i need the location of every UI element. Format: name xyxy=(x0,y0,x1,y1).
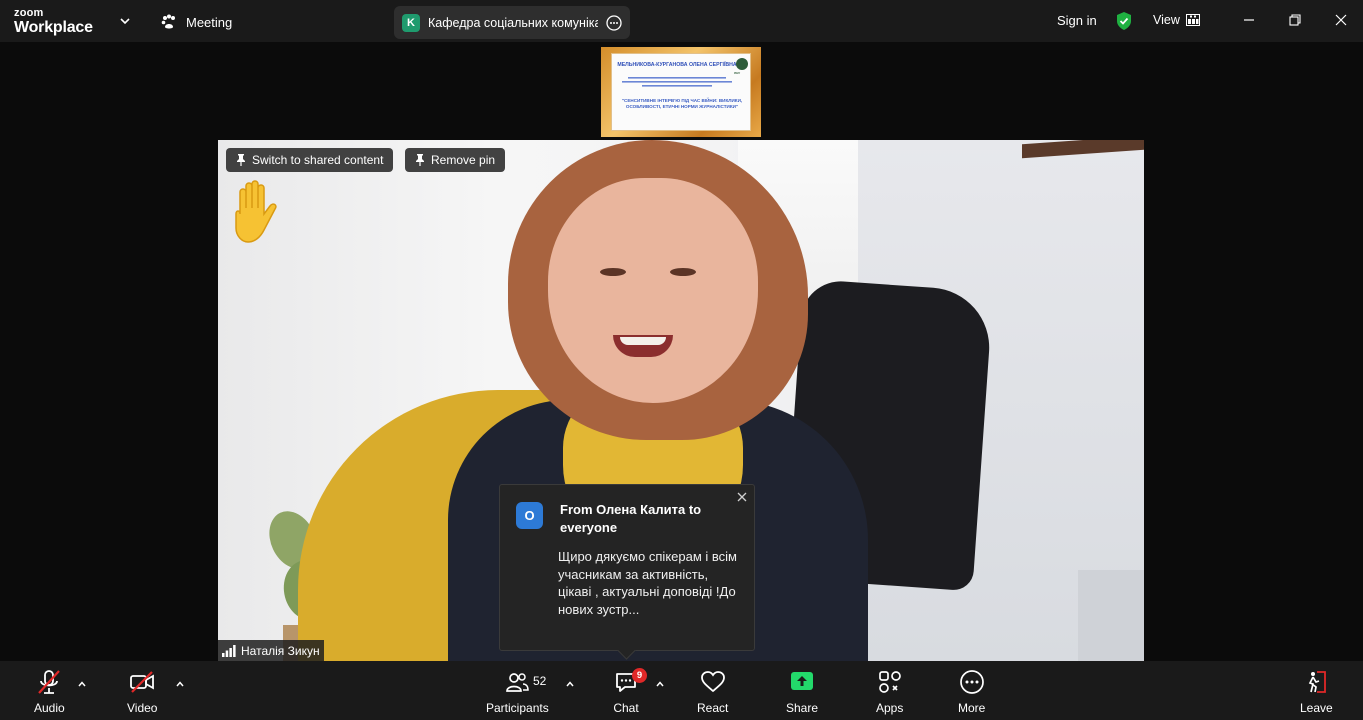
participant-eye-right xyxy=(670,268,696,276)
participant-name-tag: Наталія Зикун xyxy=(218,640,324,661)
chevron-up-icon[interactable] xyxy=(175,679,185,689)
video-button[interactable]: Video xyxy=(127,669,157,715)
switch-to-shared-content-button[interactable]: Switch to shared content xyxy=(226,148,394,172)
camera-off-icon xyxy=(130,671,155,693)
meeting-name: Кафедра соціальних комунікац xyxy=(428,15,598,30)
share-label: Share xyxy=(786,701,819,715)
chat-label: Chat xyxy=(613,701,639,715)
pin-icon xyxy=(237,154,245,166)
participant-face xyxy=(548,178,758,403)
signal-strength-icon xyxy=(222,644,236,657)
react-label: React xyxy=(697,701,729,715)
shared-content-thumbnail[interactable]: МЕЛЬНИКОВА-КУРГАНОВА ОЛЕНА СЕРГІЇВНА "СЕ… xyxy=(601,47,761,137)
paw-icon xyxy=(161,14,175,29)
view-button[interactable]: View xyxy=(1153,13,1200,27)
shield-check-icon[interactable] xyxy=(1115,11,1133,31)
remove-pin-button[interactable]: Remove pin xyxy=(405,148,506,172)
chat-message-text: Щиро дякуємо спікерам і всім учасникам з… xyxy=(558,549,737,617)
chat-unread-badge: 9 xyxy=(632,668,647,683)
more-button[interactable]: More xyxy=(958,669,985,715)
react-button[interactable]: React xyxy=(697,669,728,715)
audio-button[interactable]: Audio xyxy=(34,669,65,715)
slide-card: МЕЛЬНИКОВА-КУРГАНОВА ОЛЕНА СЕРГІЇВНА "СЕ… xyxy=(611,53,751,131)
close-icon[interactable] xyxy=(736,491,748,503)
sign-in-button[interactable]: Sign in xyxy=(1057,13,1097,28)
participants-icon xyxy=(506,673,530,692)
slide-speaker-name: МЕЛЬНИКОВА-КУРГАНОВА ОЛЕНА СЕРГІЇВНА xyxy=(617,62,737,68)
chevron-up-icon[interactable] xyxy=(565,679,575,689)
brand-small: zoom xyxy=(14,7,44,19)
more-circle-icon[interactable] xyxy=(606,14,622,31)
brand-big: Workplace xyxy=(14,19,93,36)
apps-icon xyxy=(878,671,901,693)
meeting-toolbar xyxy=(0,661,1363,720)
video-label: Video xyxy=(127,701,158,715)
slide-fine-text-lines xyxy=(622,77,732,87)
meeting-avatar: K xyxy=(402,13,420,32)
close-icon[interactable] xyxy=(1333,12,1349,28)
participants-label: Participants xyxy=(486,701,549,715)
zoom-workplace-logo: zoom Workplace xyxy=(14,8,93,36)
pin-icon xyxy=(416,154,424,166)
university-logo-icon xyxy=(736,58,748,70)
audio-label: Audio xyxy=(34,701,65,715)
heart-icon xyxy=(700,671,725,693)
raised-hand-icon xyxy=(235,180,277,243)
title-bar: zoom Workplace Meeting K Кафедра соціаль… xyxy=(0,0,1363,42)
microphone-muted-icon xyxy=(38,670,61,694)
chat-sender-line: From Олена Калита to everyone xyxy=(560,502,702,535)
chevron-up-icon[interactable] xyxy=(655,679,665,689)
leave-door-icon xyxy=(1309,671,1327,693)
participants-count: 52 xyxy=(533,674,547,688)
participant-teeth xyxy=(620,337,666,345)
meeting-info-chip[interactable]: K Кафедра соціальних комунікац xyxy=(394,6,630,39)
apps-label: Apps xyxy=(876,701,904,715)
share-button[interactable]: Share xyxy=(786,669,818,715)
chevron-up-icon[interactable] xyxy=(77,679,87,689)
background-radiator xyxy=(1078,570,1144,661)
remove-pin-label: Remove pin xyxy=(431,153,496,167)
meeting-label: Meeting xyxy=(186,14,233,30)
meeting-menu-button[interactable]: Meeting xyxy=(160,11,232,33)
apps-button[interactable]: Apps xyxy=(876,669,903,715)
grid-view-icon xyxy=(1185,14,1200,26)
chat-sender-avatar: О xyxy=(516,502,543,529)
minimize-icon[interactable] xyxy=(1241,12,1257,28)
restore-icon[interactable] xyxy=(1287,12,1303,28)
chat-notification-popup[interactable]: О From Олена Калита to everyone Щиро дяк… xyxy=(499,484,755,651)
leave-button[interactable]: Leave xyxy=(1300,669,1333,715)
slide-org-text xyxy=(618,76,736,90)
more-dots-icon xyxy=(959,670,984,694)
participant-name: Наталія Зикун xyxy=(241,643,320,658)
university-logo-label: ЛНУ xyxy=(734,71,741,75)
switch-label: Switch to shared content xyxy=(252,153,384,167)
participant-eye-left xyxy=(600,268,626,276)
chevron-down-icon[interactable] xyxy=(118,14,132,28)
slide-topic: "СЕНСИТИВНЕ ІНТЕРВ'Ю ПІД ЧАС ВІЙНИ: ВИКЛ… xyxy=(621,98,743,109)
leave-label: Leave xyxy=(1300,701,1333,715)
more-label: More xyxy=(958,701,986,715)
share-screen-icon xyxy=(791,672,814,690)
view-label: View xyxy=(1153,13,1180,27)
